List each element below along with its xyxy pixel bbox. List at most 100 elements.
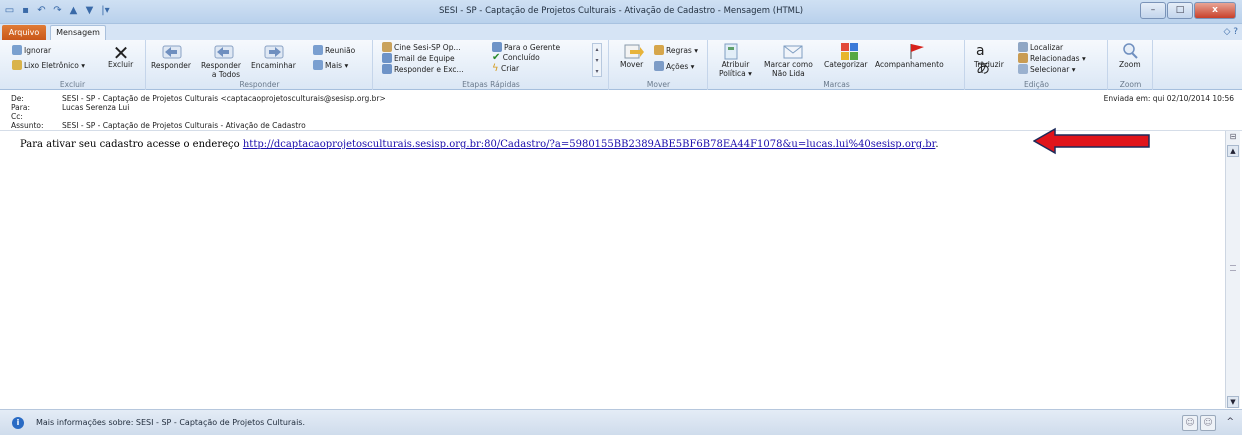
follow-up-flag-icon: [905, 42, 927, 62]
translate-icon: aあ: [976, 43, 990, 77]
activation-link[interactable]: http://dcaptacaoprojetosculturais.sesisp…: [243, 139, 936, 150]
maximize-button[interactable]: □: [1167, 2, 1193, 19]
group-label-mover: Mover: [646, 80, 671, 89]
group-label-zoom: Zoom: [1119, 80, 1142, 89]
quickstep-cine-label: Cine Sesi-SP Op...: [394, 43, 461, 52]
cc-label: Cc:: [11, 112, 23, 121]
mark-unread-label-2: Não Lida: [771, 69, 805, 78]
assign-policy-button[interactable]: Atribuir Política ▾: [719, 60, 752, 78]
rules-icon: [654, 45, 664, 55]
from-label: De:: [11, 94, 24, 103]
tab-file[interactable]: Arquivo: [2, 25, 46, 40]
close-button[interactable]: x: [1194, 2, 1236, 19]
subject-value: SESI - SP - Captação de Projetos Cultura…: [62, 121, 306, 130]
rules-button[interactable]: Regras ▾: [654, 45, 698, 55]
more-button[interactable]: Mais ▾: [313, 60, 348, 70]
reply-all-icon: [213, 42, 235, 62]
meeting-button[interactable]: Reunião: [313, 45, 355, 55]
forward-button[interactable]: Encaminhar: [251, 61, 296, 70]
vertical-scrollbar[interactable]: ⊟ ▲ ▼: [1225, 131, 1240, 408]
zoom-button[interactable]: Zoom: [1119, 60, 1141, 69]
scroll-down-button[interactable]: ▼: [1227, 396, 1239, 408]
reply-all-label-2: a Todos: [211, 70, 241, 79]
delete-button[interactable]: Excluir: [108, 60, 133, 69]
more-icon: [313, 60, 323, 70]
related-icon: [1018, 53, 1028, 63]
quickstep-criar[interactable]: ϟ Criar: [492, 63, 520, 74]
quickstep-reply-delete-label: Responder e Exc...: [394, 65, 464, 74]
rules-label: Regras: [666, 46, 692, 55]
quickstep-done-label: Concluído: [502, 53, 540, 62]
meeting-label: Reunião: [325, 46, 356, 55]
annotation-arrow-icon: [1033, 127, 1150, 155]
quickstep-manager-icon: [492, 42, 502, 52]
quickstep-cine[interactable]: Cine Sesi-SP Op...: [382, 42, 461, 52]
junk-label: Lixo Eletrônico: [24, 61, 79, 70]
actions-label: Ações: [666, 62, 689, 71]
info-icon[interactable]: i: [12, 417, 24, 429]
ignore-button[interactable]: Ignorar: [12, 45, 51, 55]
junk-button[interactable]: Lixo Eletrônico ▾: [12, 60, 85, 70]
quickstep-concluido[interactable]: ✔ Concluído: [492, 52, 540, 63]
quickstep-create-label: Criar: [501, 64, 520, 73]
translate-button[interactable]: Traduzir: [974, 60, 1004, 69]
ribbon: Ignorar Lixo Eletrônico ▾ ✕ Excluir Excl…: [0, 40, 1242, 90]
person-icon-2[interactable]: ☺: [1200, 415, 1216, 431]
actions-icon: [654, 61, 664, 71]
select-label: Selecionar: [1030, 65, 1070, 74]
select-button[interactable]: Selecionar ▾: [1018, 64, 1075, 74]
quickstep-manager-label: Para o Gerente: [504, 43, 561, 52]
quickstep-gallery-scroll[interactable]: ▴ ▾ ▾: [592, 43, 602, 77]
scroll-grip[interactable]: [1230, 265, 1236, 271]
check-icon: ✔: [492, 52, 501, 63]
quickstep-reply-delete-icon: [382, 64, 392, 74]
forward-icon: [263, 42, 285, 62]
move-icon: [622, 42, 644, 62]
quickstep-email-equipe[interactable]: Email de Equipe: [382, 53, 455, 63]
group-edicao: aあ Traduzir Localizar Relacionadas ▾ Sel…: [966, 40, 1108, 90]
tab-message[interactable]: Mensagem: [50, 25, 106, 40]
body-trailing: .: [935, 139, 939, 150]
scroll-up-button[interactable]: ▲: [1227, 145, 1239, 157]
from-value[interactable]: SESI - SP - Captação de Projetos Cultura…: [62, 94, 386, 103]
expand-people-icon[interactable]: ^: [1226, 417, 1234, 427]
find-button[interactable]: Localizar: [1018, 42, 1063, 52]
group-etapas-rapidas: Cine Sesi-SP Op... Email de Equipe Respo…: [374, 40, 609, 90]
help-icon[interactable]: ◇ ?: [1223, 27, 1238, 37]
categorize-button[interactable]: Categorizar: [824, 60, 868, 69]
move-button[interactable]: Mover: [620, 60, 643, 69]
mark-unread-label-1: Marcar como: [764, 60, 813, 69]
status-text[interactable]: Mais informações sobre: SESI - SP - Capt…: [36, 418, 305, 427]
group-label-edicao: Edição: [1024, 80, 1049, 89]
group-mover: Mover Regras ▾ Ações ▾ Mover: [610, 40, 708, 90]
person-icon[interactable]: ☺: [1182, 415, 1198, 431]
mark-unread-button[interactable]: Marcar como Não Lida: [764, 60, 813, 78]
assign-policy-label-1: Atribuir: [721, 60, 750, 69]
quickstep-team-icon: [382, 53, 392, 63]
group-responder: Responder Responder a Todos Encaminhar Re…: [147, 40, 373, 90]
lightning-icon: ϟ: [492, 63, 499, 74]
minimize-button[interactable]: –: [1140, 2, 1166, 19]
meeting-icon: [313, 45, 323, 55]
group-label-etapas: Etapas Rápidas: [462, 80, 520, 89]
select-icon: [1018, 64, 1028, 74]
quickstep-responder-exc[interactable]: Responder e Exc...: [382, 64, 464, 74]
message-body[interactable]: Para ativar seu cadastro acesse o endere…: [0, 131, 1225, 408]
body-paragraph: Para ativar seu cadastro acesse o endere…: [20, 139, 939, 150]
related-button[interactable]: Relacionadas ▾: [1018, 53, 1086, 63]
actions-button[interactable]: Ações ▾: [654, 61, 694, 71]
to-value[interactable]: Lucas Serenza Lui: [62, 103, 129, 112]
subject-label: Assunto:: [11, 121, 44, 130]
ignore-icon: [12, 45, 22, 55]
binoculars-icon: [1018, 42, 1028, 52]
junk-icon: [12, 60, 22, 70]
message-header: De: SESI - SP - Captação de Projetos Cul…: [0, 91, 1242, 131]
follow-up-button[interactable]: Acompanhamento: [875, 60, 944, 69]
policy-icon: [721, 42, 743, 62]
reply-all-button[interactable]: Responder a Todos: [201, 61, 241, 79]
group-marcas: Atribuir Política ▾ Marcar como Não Lida C…: [709, 40, 965, 90]
quickstep-para-gerente[interactable]: Para o Gerente: [492, 42, 560, 52]
split-icon[interactable]: ⊟: [1227, 131, 1239, 143]
window-controls: – □ x: [1140, 2, 1236, 19]
reply-button[interactable]: Responder: [151, 61, 191, 70]
